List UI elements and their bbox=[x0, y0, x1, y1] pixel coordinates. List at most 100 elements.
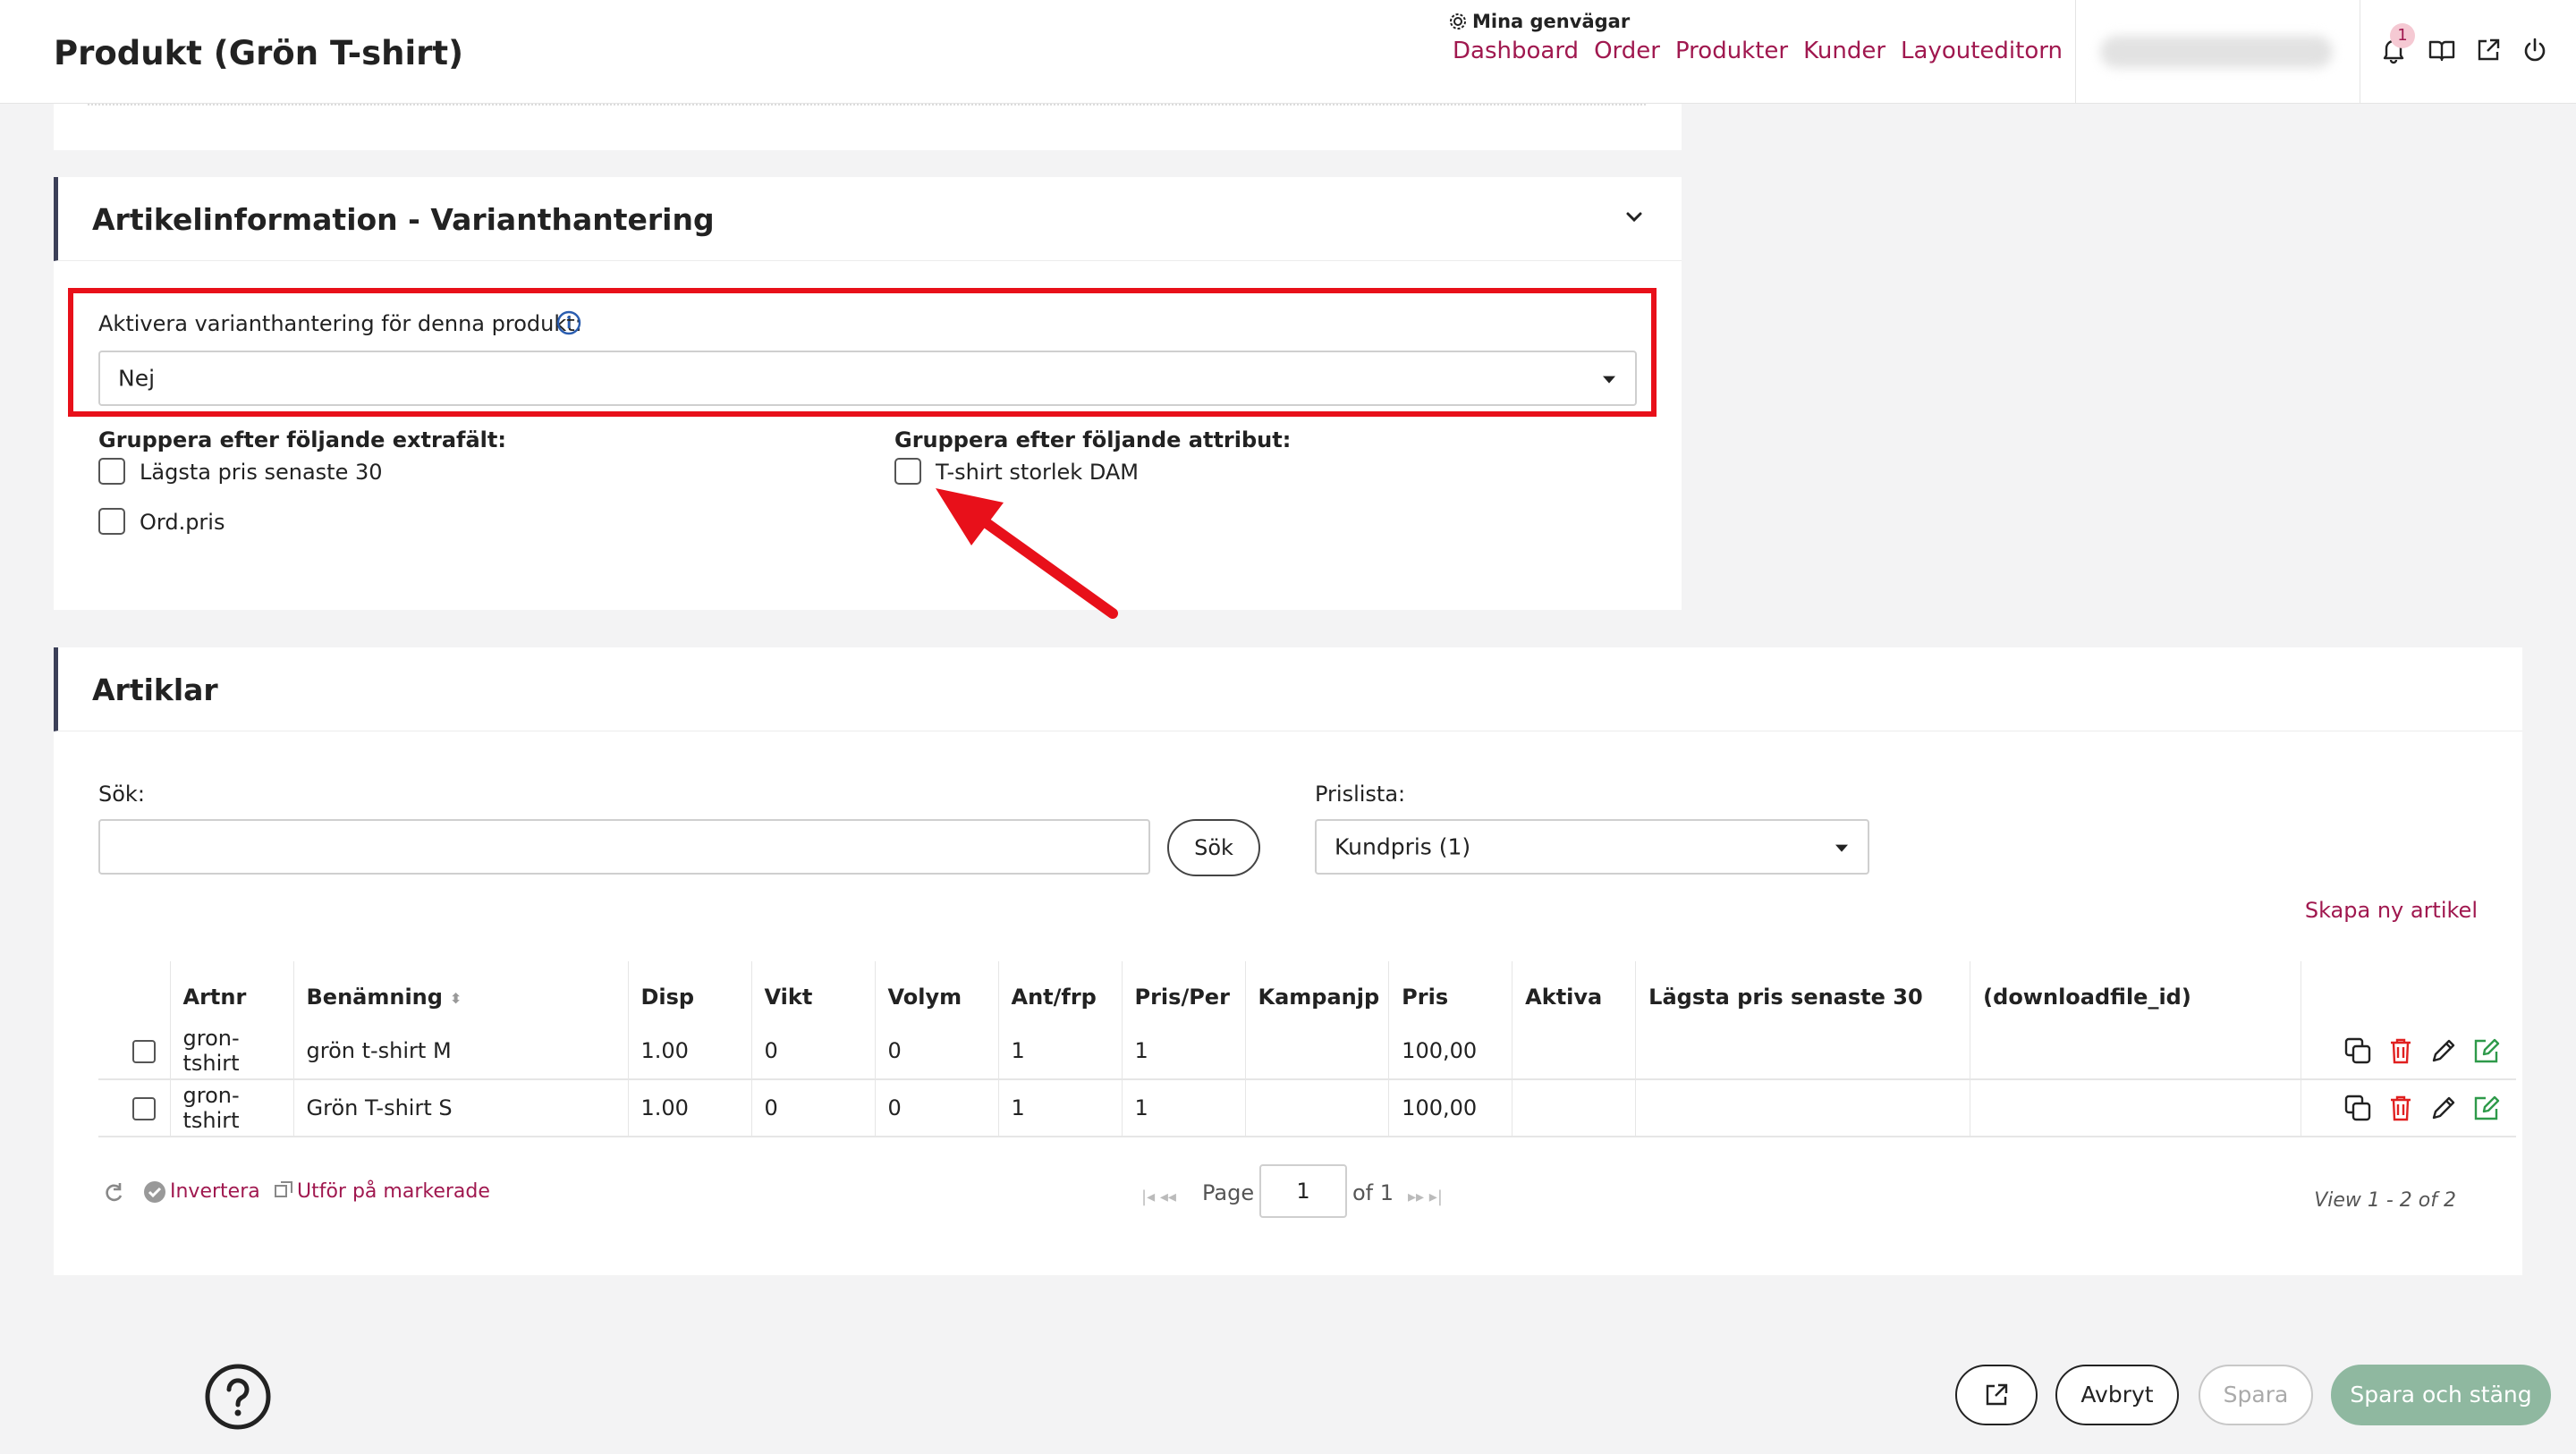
trash-icon[interactable] bbox=[2385, 1036, 2416, 1066]
cell-antfrp: 1 bbox=[997, 1079, 1122, 1137]
row-select-cell bbox=[98, 1022, 170, 1080]
open-external-button[interactable] bbox=[1955, 1365, 2038, 1425]
cell-aktiva bbox=[1512, 1079, 1636, 1137]
book-icon[interactable] bbox=[2428, 36, 2456, 64]
caret-down-icon bbox=[1835, 844, 1848, 852]
search-label: Sök: bbox=[98, 782, 145, 807]
chevron-down-icon[interactable] bbox=[1623, 206, 1646, 229]
extra-field-checkbox[interactable] bbox=[98, 458, 125, 485]
cell-volym: 0 bbox=[874, 1022, 998, 1080]
external-link-icon[interactable] bbox=[2474, 36, 2503, 64]
caret-down-icon bbox=[1603, 376, 1615, 384]
refresh-icon[interactable] bbox=[102, 1180, 125, 1204]
copy-icon[interactable] bbox=[2343, 1093, 2373, 1123]
activate-variant-label: Aktivera varianthantering för denna prod… bbox=[98, 311, 582, 336]
row-checkbox[interactable] bbox=[132, 1097, 156, 1120]
extra-fields-label: Gruppera efter följande extrafält: bbox=[98, 427, 506, 452]
column-header-antfrp[interactable]: Ant/frp bbox=[997, 961, 1122, 1022]
annotation-arrow bbox=[936, 488, 1118, 619]
cell-benamning: Grön T-shirt S bbox=[292, 1079, 628, 1137]
divider bbox=[88, 104, 1646, 106]
user-menu[interactable] bbox=[2100, 36, 2333, 68]
header-divider bbox=[2075, 0, 2076, 104]
column-header-volym[interactable]: Volym bbox=[874, 961, 998, 1022]
cell-downloadfile bbox=[1970, 1022, 2301, 1080]
invert-selection-link[interactable]: Invertera bbox=[170, 1180, 260, 1203]
shortcut-kunder[interactable]: Kunder bbox=[1803, 38, 1885, 64]
pager-of-label: of 1 bbox=[1352, 1180, 1394, 1205]
column-header-prisper[interactable]: Pris/Per bbox=[1121, 961, 1245, 1022]
save-and-close-button[interactable]: Spara och stäng bbox=[2331, 1365, 2551, 1425]
extra-field-label: Ord.pris bbox=[140, 510, 225, 535]
cell-kampanjp bbox=[1244, 1079, 1389, 1137]
extra-field-checkbox[interactable] bbox=[98, 508, 125, 535]
column-header-lagsta-pris[interactable]: Lägsta pris senaste 30 bbox=[1635, 961, 1970, 1022]
select-all-header bbox=[98, 961, 170, 1022]
copy-icon[interactable] bbox=[2343, 1036, 2373, 1066]
cell-disp: 1.00 bbox=[627, 1079, 751, 1137]
row-actions bbox=[2314, 1093, 2507, 1123]
pager-page-input[interactable]: 1 bbox=[1259, 1164, 1347, 1218]
attribute-label: T-shirt storlek DAM bbox=[936, 460, 1140, 485]
search-button[interactable]: Sök bbox=[1167, 819, 1260, 876]
sort-icon: ⬍ bbox=[449, 989, 462, 1007]
column-header-label: Benämning bbox=[306, 985, 443, 1010]
column-header-aktiva[interactable]: Aktiva bbox=[1512, 961, 1636, 1022]
cell-benamning: grön t-shirt M bbox=[292, 1022, 628, 1080]
cell-lagsta-pris bbox=[1635, 1079, 1970, 1137]
bulk-action-icon bbox=[275, 1181, 292, 1197]
cell-artnr: gron-tshirt bbox=[169, 1022, 293, 1080]
row-checkbox[interactable] bbox=[132, 1039, 156, 1063]
pencil-icon[interactable] bbox=[2428, 1093, 2459, 1123]
pencil-icon[interactable] bbox=[2428, 1036, 2459, 1066]
cell-prisper: 1 bbox=[1121, 1022, 1245, 1080]
attribute-checkbox[interactable] bbox=[894, 458, 921, 485]
cell-aktiva bbox=[1512, 1022, 1636, 1080]
row-select-cell bbox=[98, 1079, 170, 1137]
cell-vikt: 0 bbox=[750, 1022, 875, 1080]
edit-square-icon[interactable] bbox=[2471, 1036, 2502, 1066]
trash-icon[interactable] bbox=[2385, 1093, 2416, 1123]
row-actions-cell bbox=[2301, 1022, 2516, 1080]
search-input[interactable] bbox=[98, 819, 1150, 875]
pricelist-label: Prislista: bbox=[1315, 782, 1406, 807]
column-header-kampanjp[interactable]: Kampanjp bbox=[1244, 961, 1389, 1022]
external-link-icon bbox=[1986, 1383, 2008, 1406]
edit-square-icon[interactable] bbox=[2471, 1093, 2502, 1123]
shortcut-dashboard[interactable]: Dashboard bbox=[1453, 38, 1579, 64]
table-header-row: Artnr Benämning ⬍ Disp Vikt Volym Ant/frp… bbox=[98, 961, 2516, 1022]
column-header-vikt[interactable]: Vikt bbox=[750, 961, 875, 1022]
pager-first-prev[interactable]: |◂ ◂◂ bbox=[1141, 1188, 1176, 1206]
cancel-button[interactable]: Avbryt bbox=[2055, 1365, 2179, 1425]
column-header-pris[interactable]: Pris bbox=[1388, 961, 1513, 1022]
shortcuts-title: Mina genvägar bbox=[1472, 11, 1631, 32]
column-header-downloadfile[interactable]: (downloadfile_id) bbox=[1970, 961, 2301, 1022]
shortcut-produkter[interactable]: Produkter bbox=[1675, 38, 1788, 64]
save-button[interactable]: Spara bbox=[2199, 1365, 2313, 1425]
variant-card-header[interactable]: Artikelinformation - Varianthantering bbox=[54, 177, 1682, 261]
power-icon[interactable] bbox=[2521, 36, 2549, 64]
articles-table: Artnr Benämning ⬍ Disp Vikt Volym Ant/frp… bbox=[98, 961, 2516, 1137]
column-header-actions bbox=[2301, 961, 2516, 1022]
table-row: gron-tshirt grön t-shirt M 1.00 0 0 1 1 … bbox=[98, 1022, 2516, 1080]
help-icon[interactable] bbox=[204, 1363, 272, 1431]
column-header-benamning[interactable]: Benämning ⬍ bbox=[292, 961, 628, 1022]
shortcut-layouteditorn[interactable]: Layouteditorn bbox=[1901, 38, 2063, 64]
create-article-link[interactable]: Skapa ny artikel bbox=[2305, 898, 2478, 923]
column-header-disp[interactable]: Disp bbox=[627, 961, 751, 1022]
page-title: Produkt (Grön T-shirt) bbox=[54, 34, 464, 72]
shortcuts-heading[interactable]: Mina genvägar bbox=[1449, 11, 1630, 32]
activate-variant-value: Nej bbox=[118, 365, 156, 392]
row-actions-cell bbox=[2301, 1079, 2516, 1137]
bulk-action-link[interactable]: Utför på markerade bbox=[297, 1180, 490, 1203]
cell-pris: 100,00 bbox=[1388, 1022, 1513, 1080]
pricelist-select[interactable]: Kundpris (1) bbox=[1315, 819, 1869, 875]
info-icon[interactable] bbox=[556, 310, 581, 335]
gear-icon bbox=[1450, 13, 1466, 30]
shortcut-order[interactable]: Order bbox=[1594, 38, 1660, 64]
activate-variant-select[interactable]: Nej bbox=[98, 351, 1637, 406]
pager-next-last[interactable]: ▸▸ ▸| bbox=[1408, 1188, 1443, 1206]
column-header-artnr[interactable]: Artnr bbox=[169, 961, 293, 1022]
extra-field-label: Lägsta pris senaste 30 bbox=[140, 460, 383, 485]
attributes-label: Gruppera efter följande attribut: bbox=[894, 427, 1292, 452]
